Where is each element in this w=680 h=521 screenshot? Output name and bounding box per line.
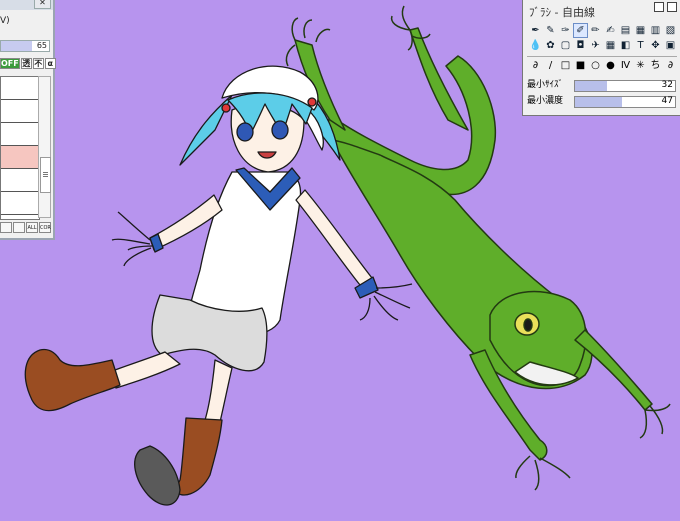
brush-tool-icon[interactable]: ▢ [559,39,572,52]
layer-row[interactable] [1,123,39,146]
layer-off-toggle[interactable]: OFF [0,58,20,69]
shape-tool-icon[interactable]: ○ [589,59,602,72]
panel-minimize-button[interactable] [654,2,664,12]
shape-tool-icon[interactable]: □ [559,59,572,72]
brush-tool-icon[interactable]: ◧ [619,39,632,52]
layer-action-row: ALL COR [0,222,51,233]
brush-tool-icon[interactable]: 💧 [529,39,542,52]
layer-transparent-toggle[interactable]: 透 [20,58,32,69]
shape-tool-icon[interactable]: ✳ [634,59,647,72]
min-density-slider[interactable]: 47 [574,96,676,108]
layer-scrollbar[interactable] [38,76,51,218]
brush-tool-icon[interactable]: ✐ [573,23,588,38]
layer-cor-button[interactable]: COR [39,222,51,233]
layer-row-active[interactable] [1,146,39,169]
brush-tool-icon[interactable]: ▤ [619,24,632,37]
brush-tool-icon[interactable]: ✥ [649,39,662,52]
min-density-slider-row: 最小濃度 47 [527,95,677,108]
brush-tool-icon[interactable]: T [634,39,647,52]
min-density-label: 最小濃度 [527,96,564,106]
shape-tool-icon[interactable]: ■ [574,59,587,72]
panel-restore-button[interactable] [667,2,677,12]
layer-list [0,76,40,220]
brush-tool-icon[interactable]: ✈ [589,39,602,52]
shape-tool-icon[interactable]: Ⅳ [619,59,632,72]
layer-opacity-slider[interactable]: 65 [0,40,50,52]
shape-tool-icon[interactable]: ち [649,59,662,72]
scroll-grip-line [43,176,48,177]
layer-panel: ✕ V) 65 OFF 透 不 α ALL COR [0,0,56,240]
scroll-grip-line [43,174,48,175]
brush-tool-icon[interactable]: ▦ [634,24,647,37]
brush-tool-icon[interactable]: ✿ [544,39,557,52]
min-size-label: 最小ｻｲｽﾞ [527,80,564,90]
brush-tool-icon[interactable]: ▥ [649,24,662,37]
shape-tool-icon[interactable]: ∂ [529,59,542,72]
layer-row[interactable] [1,77,39,100]
min-size-slider-fill [575,81,607,91]
min-size-slider-row: 最小ｻｲｽﾞ 32 [527,79,677,92]
shape-tool-icon[interactable]: / [544,59,557,72]
opacity-value: 65 [36,41,47,50]
brush-tool-icon[interactable]: ▧ [664,24,677,37]
layer-menu-label[interactable]: V) [0,15,53,27]
brush-tool-icon[interactable]: ▣ [664,39,677,52]
layer-row[interactable] [1,169,39,192]
brush-panel-window-buttons [654,2,677,12]
layer-alpha-toggle[interactable]: α [44,58,56,69]
min-density-value: 47 [661,96,673,106]
layer-all-button[interactable]: ALL [26,222,38,233]
shape-tool-row: ∂ / □ ■ ○ ● Ⅳ ✳ ち ∂ [529,59,677,72]
brush-panel-title: ﾌﾞﾗｼ - 自由線 [529,6,595,19]
opacity-slider-fill [1,41,33,51]
min-size-slider[interactable]: 32 [574,80,676,92]
shape-tool-icon[interactable]: ● [604,59,617,72]
scroll-grip-line [43,172,48,173]
panel-divider [527,56,677,57]
layer-row[interactable] [1,100,39,123]
layer-row[interactable] [1,192,39,215]
brush-tool-icon[interactable]: ✍ [604,24,617,37]
min-density-slider-fill [575,97,622,107]
brush-tool-icon[interactable]: ✑ [559,24,572,37]
scrollbar-thumb[interactable] [40,157,51,193]
brush-tool-icon[interactable]: ✎ [544,24,557,37]
layer-toggle-row: OFF 透 不 α [0,58,56,69]
panel-close-button[interactable]: ✕ [34,0,51,9]
layer-panel-titlebar[interactable]: ✕ [0,0,53,10]
min-size-value: 32 [661,80,673,90]
layer-opaque-toggle[interactable]: 不 [32,58,44,69]
brush-tool-icon[interactable]: ✒ [529,24,542,37]
layer-action-button[interactable] [0,222,12,233]
brush-tool-icon[interactable]: ◘ [574,39,587,52]
layer-action-button[interactable] [13,222,25,233]
brush-tool-icon[interactable]: ▦ [604,39,617,52]
brush-tool-grid: ✒ ✎ ✑ ✐ ✏ ✍ ▤ ▦ ▥ ▧ 💧 ✿ ▢ ◘ ✈ ▦ ◧ T ✥ ▣ [529,23,677,52]
brush-tool-icon[interactable]: ✏ [589,24,602,37]
shape-tool-icon[interactable]: ∂ [664,59,677,72]
brush-panel: ﾌﾞﾗｼ - 自由線 ✒ ✎ ✑ ✐ ✏ ✍ ▤ ▦ ▥ ▧ 💧 ✿ ▢ ◘ ✈ ▦ ◧ T ✥ ▣ ∂ / □ ■ ○ ● Ⅳ ✳… [522,0,680,116]
